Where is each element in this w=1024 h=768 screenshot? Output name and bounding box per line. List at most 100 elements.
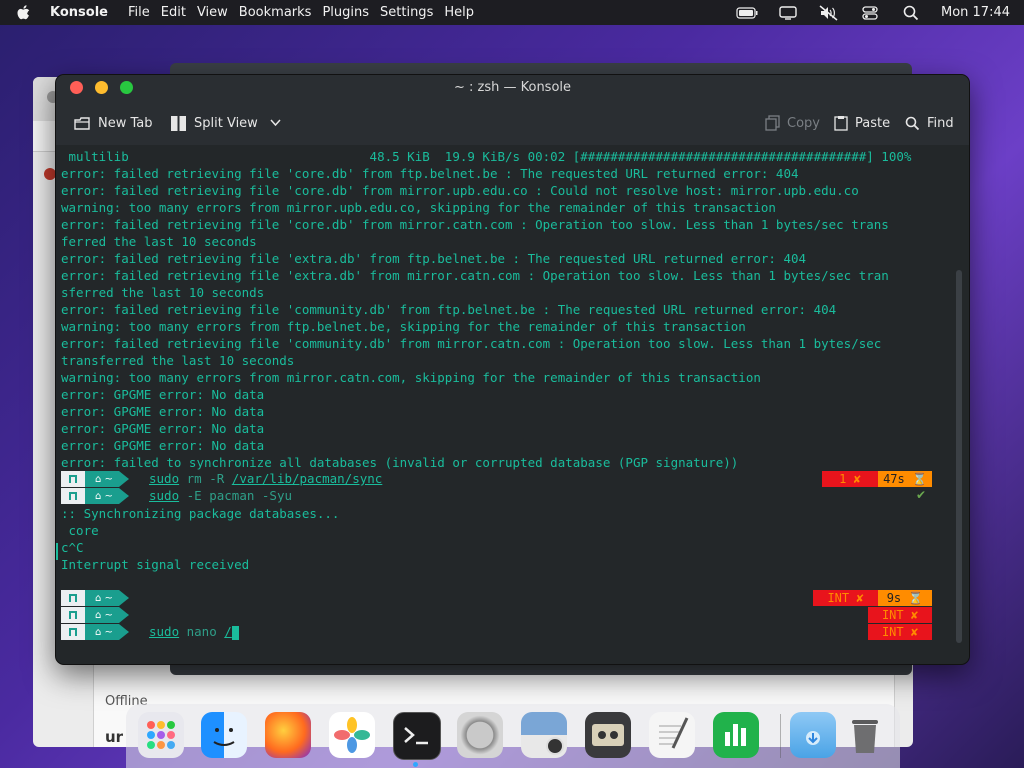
running-indicator	[413, 762, 418, 767]
os-icon	[61, 488, 85, 504]
dock-separator	[780, 714, 781, 758]
window-titlebar[interactable]: ~ : zsh — Konsole	[56, 75, 969, 101]
paste-icon	[834, 116, 848, 131]
terminal-icon[interactable]	[393, 712, 441, 760]
find-icon	[905, 116, 920, 130]
output-line: warning: too many errors from mirror.cat…	[61, 370, 761, 385]
output-line: error: failed retrieving file 'core.db' …	[61, 166, 799, 181]
new-tab-label: New Tab	[98, 115, 153, 131]
output-line: error: failed retrieving file 'extra.db'…	[61, 251, 807, 266]
screen-mirror-icon[interactable]	[777, 5, 799, 21]
control-center-icon[interactable]	[859, 5, 881, 21]
new-tab-icon	[74, 116, 90, 130]
cmd-sudo: sudo	[149, 488, 180, 503]
command-line[interactable]: sudo nano /	[149, 623, 239, 640]
output-line: transferred the last 10 seconds	[61, 353, 295, 368]
terminal-area[interactable]: multilib 48.5 KiB 19.9 KiB/s 00:02 [####…	[56, 145, 969, 658]
toolbar: New Tab Split View Copy Paste Find	[56, 101, 969, 145]
tape-icon[interactable]	[585, 712, 631, 758]
menu-edit[interactable]: Edit	[161, 5, 186, 20]
text-editor-icon[interactable]	[649, 712, 695, 758]
output-line: warning: too many errors from mirror.upb…	[61, 200, 776, 215]
home-dir-segment: ⌂ ~	[85, 607, 129, 623]
numbers-icon[interactable]	[713, 712, 759, 758]
clock[interactable]: Mon 17:44	[941, 5, 1010, 20]
home-dir-label: ~	[104, 490, 113, 502]
cmd-args: rm -R	[179, 471, 232, 486]
cmd-path: /var/lib/pacman/sync	[231, 471, 383, 486]
dock	[126, 704, 900, 768]
exit-code-badge: INT ✘	[813, 590, 878, 606]
copy-label: Copy	[787, 115, 820, 131]
terminal-scrollbar[interactable]	[956, 270, 962, 643]
prompt-segment: ⌂ ~	[61, 590, 129, 606]
home-dir-segment: ⌂ ~	[85, 488, 129, 504]
output-line: error: failed retrieving file 'extra.db'…	[61, 268, 889, 283]
command-line: sudo rm -R /var/lib/pacman/sync	[149, 470, 382, 487]
home-dir-label: ~	[104, 473, 113, 485]
success-check-icon: ✔	[916, 488, 927, 502]
apple-icon[interactable]	[16, 4, 34, 22]
copy-button[interactable]: Copy	[765, 101, 820, 145]
home-icon: ⌂	[95, 626, 105, 638]
duration-badge: 47s ⌛	[878, 471, 932, 487]
output-line: error: failed to synchronize all databas…	[61, 455, 739, 470]
window-title: ~ : zsh — Konsole	[453, 80, 572, 95]
cmd-args: nano	[179, 624, 225, 639]
menu-plugins[interactable]: Plugins	[322, 5, 369, 20]
firefox-icon[interactable]	[265, 712, 311, 758]
photos-icon[interactable]	[329, 712, 375, 758]
duration-badge: 9s ⌛	[878, 590, 932, 606]
prompt-segment: ⌂ ~	[61, 471, 129, 487]
output-line: warning: too many errors from ftp.belnet…	[61, 319, 746, 334]
menu-bar: Konsole File Edit View Bookmarks Plugins…	[0, 0, 1024, 25]
downloads-icon[interactable]	[790, 712, 836, 758]
cmd-path: /	[224, 624, 232, 639]
minimize-button[interactable]	[95, 81, 108, 94]
output-line: error: failed retrieving file 'community…	[61, 336, 882, 351]
menu-help[interactable]: Help	[444, 5, 474, 20]
maximize-button[interactable]	[120, 81, 133, 94]
cmd-sudo: sudo	[149, 624, 180, 639]
search-icon[interactable]	[900, 5, 922, 21]
output-line: error: failed retrieving file 'core.db' …	[61, 217, 889, 232]
new-tab-button[interactable]: New Tab	[74, 101, 153, 145]
split-view-button[interactable]: Split View	[170, 101, 288, 145]
home-dir-segment: ⌂ ~	[85, 624, 129, 640]
exit-code-badge: 1 ✘	[822, 471, 878, 487]
output-line: multilib 48.5 KiB 19.9 KiB/s 00:02 [####…	[61, 149, 912, 164]
selection-marker	[56, 543, 58, 560]
os-icon	[61, 624, 85, 640]
command-line: sudo -E pacman -Syu	[149, 487, 292, 504]
paste-button[interactable]: Paste	[834, 101, 890, 145]
home-icon: ⌂	[95, 490, 105, 502]
prompt-segment: ⌂ ~	[61, 624, 129, 640]
launchpad-icon[interactable]	[138, 712, 184, 758]
menu-view[interactable]: View	[197, 5, 228, 20]
preview-icon[interactable]	[521, 712, 567, 758]
system-settings-icon[interactable]	[457, 712, 503, 758]
home-dir-label: ~	[104, 609, 113, 621]
output-line: error: GPGME error: No data	[61, 421, 265, 436]
home-icon: ⌂	[95, 473, 105, 485]
app-name-menu[interactable]: Konsole	[50, 5, 108, 20]
muted-speaker-icon[interactable]	[818, 4, 840, 21]
prompt-segment: ⌂ ~	[61, 488, 129, 504]
home-icon: ⌂	[95, 592, 105, 604]
output-line: core	[61, 523, 99, 538]
menu-settings[interactable]: Settings	[380, 5, 433, 20]
chevron-down-icon	[270, 119, 281, 127]
home-dir-label: ~	[104, 626, 113, 638]
split-view-label: Split View	[194, 115, 258, 131]
find-label: Find	[927, 115, 954, 131]
trash-icon[interactable]	[842, 712, 888, 758]
finder-icon[interactable]	[201, 712, 247, 758]
menu-bookmarks[interactable]: Bookmarks	[239, 5, 312, 20]
close-button[interactable]	[70, 81, 83, 94]
paste-label: Paste	[855, 115, 891, 131]
konsole-window: ~ : zsh — Konsole New Tab Split View Cop…	[55, 74, 970, 665]
find-button[interactable]: Find	[905, 101, 954, 145]
output-line: :: Synchronizing package databases...	[61, 506, 340, 521]
menu-file[interactable]: File	[128, 5, 150, 20]
battery-icon[interactable]	[736, 5, 758, 21]
